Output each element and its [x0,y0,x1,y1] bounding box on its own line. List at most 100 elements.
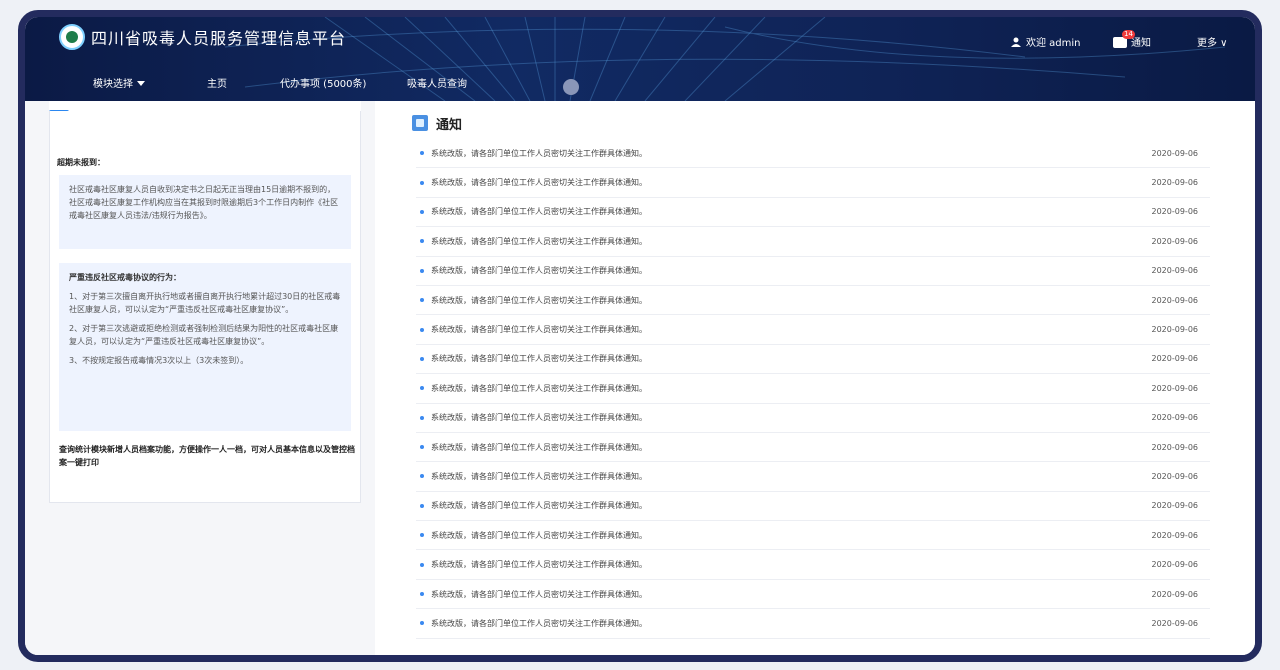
bullet-icon [420,386,424,391]
page-button[interactable]: 3 [904,655,922,662]
page-button[interactable]: 6 [976,655,994,662]
list-item[interactable]: 系统改版，请各部门单位工作人员密切关注工作群具体通知。 2020-09-06 [416,315,1210,345]
notice-date: 2020-09-06 [1151,442,1199,452]
bullet-icon [420,562,424,567]
top-header: 四川省吸毒人员服务管理信息平台 欢迎 admin 14 通知 更多 ∨ 模块选择 … [25,17,1255,101]
bullet-icon [420,415,424,420]
list-item[interactable]: 系统改版，请各部门单位工作人员密切关注工作群具体通知。 2020-09-06 [416,492,1210,522]
bullet-icon [420,503,424,508]
page-button[interactable]: > [1096,655,1114,662]
notice-date: 2020-09-06 [1151,207,1199,217]
list-item[interactable]: 系统改版，请各部门单位工作人员密切关注工作群具体通知。 2020-09-06 [416,374,1210,404]
notice-text: 系统改版，请各部门单位工作人员密切关注工作群具体通知。 [431,560,647,570]
list-item[interactable]: 系统改版，请各部门单位工作人员密切关注工作群具体通知。 2020-09-06 [416,404,1210,433]
nav-module-select[interactable]: 模块选择 [93,75,145,90]
header-orb [563,79,579,95]
list-item[interactable]: 系统改版，请各部门单位工作人员密切关注工作群具体通知。 2020-09-06 [416,139,1210,169]
bullet-icon [420,621,424,626]
bullet-icon [420,356,424,361]
nav-home[interactable]: 主页 [207,75,227,90]
feature-note: 查询统计模块新增人员档案功能，方便操作一人一档，可对人员基本信息以及管控档案一键… [59,445,355,467]
overdue-title: 超期未报到： [57,158,105,167]
notice-text: 系统改版，请各部门单位工作人员密切关注工作群具体通知。 [431,354,647,364]
list-item[interactable]: 系统改版，请各部门单位工作人员密切关注工作群具体通知。 2020-09-06 [416,521,1210,551]
page-button[interactable]: 5 [952,655,970,662]
bullet-icon [420,298,424,303]
user-label: 欢迎 admin [1026,38,1081,49]
list-item[interactable]: 系统改版，请各部门单位工作人员密切关注工作群具体通知。 2020-09-06 [416,286,1210,316]
violation-item: 1、对于第三次擅自离开执行地或者擅自离开执行地累计超过30日的社区戒毒社区康复人… [69,292,341,314]
document-icon [412,115,428,131]
user-menu[interactable]: 欢迎 admin [1011,34,1081,49]
notice-text: 系统改版，请各部门单位工作人员密切关注工作群具体通知。 [431,178,647,188]
page-button[interactable]: 8 [1024,655,1042,662]
notice-date: 2020-09-06 [1151,266,1199,276]
page-button[interactable]: 4 [928,655,946,662]
notification-badge: 14 [1122,30,1135,39]
message-icon: 14 [1113,30,1135,48]
caret-down-icon [137,81,145,86]
list-item[interactable]: 系统改版，请各部门单位工作人员密切关注工作群具体通知。 2020-09-06 [416,257,1210,286]
bullet-icon [420,592,424,597]
violation-title: 严重违反社区戒毒协议的行为： [69,273,181,282]
notification-panel: 通知 系统改版，请各部门单位工作人员密切关注工作群具体通知。 2020-09-06… [382,101,1255,662]
notification-title: 通知 [436,118,463,133]
list-item[interactable]: 系统改版，请各部门单位工作人员密切关注工作群具体通知。 2020-09-06 [416,433,1210,463]
notice-date: 2020-09-06 [1151,560,1199,570]
list-item[interactable]: 系统改版，请各部门单位工作人员密切关注工作群具体通知。 2020-09-06 [416,198,1210,228]
notice-text: 系统改版，请各部门单位工作人员密切关注工作群具体通知。 [431,295,647,305]
overdue-box: 社区戒毒社区康复人员自收到决定书之日起无正当理由15日逾期不报到的，社区戒毒社区… [59,175,351,249]
page-button[interactable]: 2 [880,655,898,662]
notice-text: 系统改版，请各部门单位工作人员密切关注工作群具体通知。 [431,530,647,540]
page-button[interactable]: 20 [1072,655,1090,662]
notice-text: 系统改版，请各部门单位工作人员密切关注工作群具体通知。 [431,618,647,628]
bullet-icon [420,533,424,538]
list-item[interactable]: 系统改版，请各部门单位工作人员密切关注工作群具体通知。 2020-09-06 [416,227,1210,257]
explanation-panel: 解释 超期未报到： 社区戒毒社区康复人员自收到决定书之日起无正当理由15日逾期不… [25,101,375,655]
notice-text: 系统改版，请各部门单位工作人员密切关注工作群具体通知。 [431,413,647,423]
notice-date: 2020-09-06 [1151,295,1199,305]
notice-text: 系统改版，请各部门单位工作人员密切关注工作群具体通知。 [431,442,647,452]
list-item[interactable]: 系统改版，请各部门单位工作人员密切关注工作群具体通知。 2020-09-06 [416,345,1210,375]
bullet-icon [420,327,424,332]
notice-date: 2020-09-06 [1151,178,1199,188]
bullet-icon [420,209,424,214]
app-window: 四川省吸毒人员服务管理信息平台 欢迎 admin 14 通知 更多 ∨ 模块选择 … [18,10,1262,662]
violation-box: 严重违反社区戒毒协议的行为： 1、对于第三次擅自离开执行地或者擅自离开执行地累计… [59,263,351,431]
notification-list: 系统改版，请各部门单位工作人员密切关注工作群具体通知。 2020-09-06 系统改… [416,139,1210,639]
list-item[interactable]: 系统改版，请各部门单位工作人员密切关注工作群具体通知。 2020-09-06 [416,168,1210,198]
list-item[interactable]: 系统改版，请各部门单位工作人员密切关注工作群具体通知。 2020-09-06 [416,550,1210,580]
page-button[interactable]: 1 [856,655,874,662]
nav-query[interactable]: 吸毒人员查询 [407,75,467,90]
notification-button[interactable]: 14 通知 [1113,30,1151,49]
notification-label: 通知 [1131,38,1151,49]
bullet-icon [420,474,424,479]
violation-item: 3、不按规定报告戒毒情况3次以上（3次未签到）。 [69,356,249,365]
page-button[interactable]: … [1048,655,1066,662]
notice-date: 2020-09-06 [1151,501,1199,511]
notice-text: 系统改版，请各部门单位工作人员密切关注工作群具体通知。 [431,325,647,335]
notice-date: 2020-09-06 [1151,589,1199,599]
notice-text: 系统改版，请各部门单位工作人员密切关注工作群具体通知。 [431,471,647,481]
page-button[interactable]: < [832,655,850,662]
notice-date: 2020-09-06 [1151,471,1199,481]
more-menu[interactable]: 更多 ∨ [1197,34,1228,49]
bullet-icon [420,239,424,244]
notice-text: 系统改版，请各部门单位工作人员密切关注工作群具体通知。 [431,148,647,158]
overdue-text: 社区戒毒社区康复人员自收到决定书之日起无正当理由15日逾期不报到的，社区戒毒社区… [69,185,339,220]
nav-todo[interactable]: 代办事项 (5000条) [280,75,366,90]
notice-text: 系统改版，请各部门单位工作人员密切关注工作群具体通知。 [431,589,647,599]
notice-text: 系统改版，请各部门单位工作人员密切关注工作群具体通知。 [431,236,647,246]
page-button[interactable]: 7 [1000,655,1018,662]
user-icon [1011,37,1021,47]
notice-date: 2020-09-06 [1151,236,1199,246]
bullet-icon [420,151,424,156]
notice-date: 2020-09-06 [1151,618,1199,628]
list-item[interactable]: 系统改版，请各部门单位工作人员密切关注工作群具体通知。 2020-09-06 [416,580,1210,610]
notice-text: 系统改版，请各部门单位工作人员密切关注工作群具体通知。 [431,266,647,276]
notice-date: 2020-09-06 [1151,354,1199,364]
bullet-icon [420,180,424,185]
list-item[interactable]: 系统改版，请各部门单位工作人员密切关注工作群具体通知。 2020-09-06 [416,609,1210,639]
list-item[interactable]: 系统改版，请各部门单位工作人员密切关注工作群具体通知。 2020-09-06 [416,462,1210,492]
notice-text: 系统改版，请各部门单位工作人员密切关注工作群具体通知。 [431,207,647,217]
